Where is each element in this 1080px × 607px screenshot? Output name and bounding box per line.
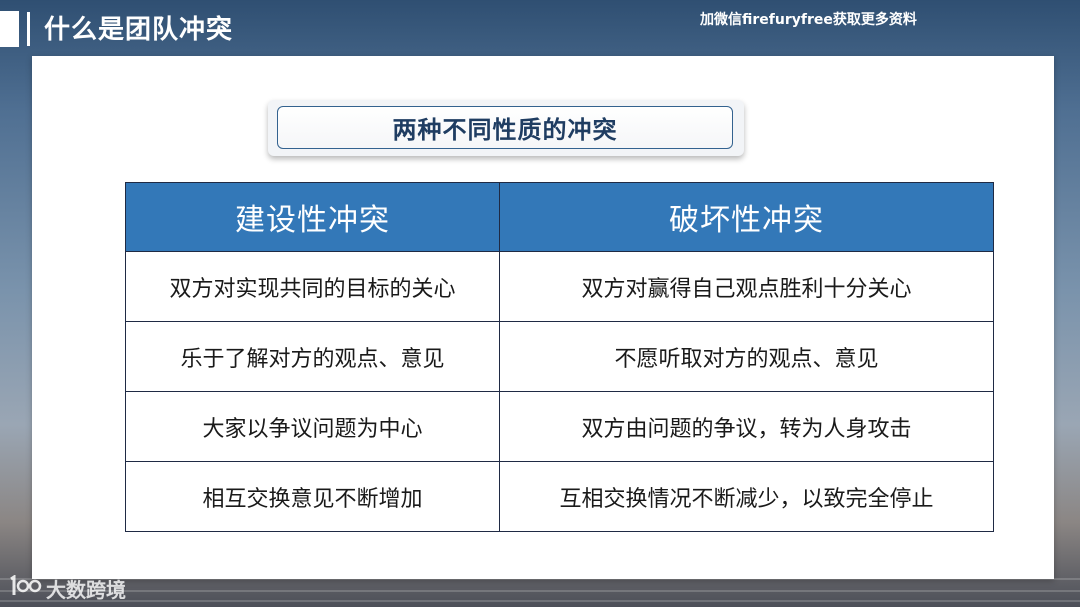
table-cell: 双方对赢得自己观点胜利十分关心 [499, 251, 994, 322]
subtitle-frame: 两种不同性质的冲突 [277, 106, 733, 149]
table-cell: 双方由问题的争议，转为人身攻击 [499, 391, 994, 462]
header-bar: 什么是团队冲突 加微信firefuryfree获取更多资料 [0, 0, 1080, 54]
header-accent-block [0, 11, 19, 47]
subtitle-box: 两种不同性质的冲突 [268, 100, 744, 156]
page-title: 什么是团队冲突 [44, 15, 234, 45]
table-cell: 相互交换意见不断增加 [125, 461, 500, 532]
watermark-text: 大数跨境 [46, 578, 126, 602]
100-logo-icon [8, 574, 42, 602]
table-header-row: 建设性冲突 破坏性冲突 [125, 182, 994, 252]
column-header-destructive: 破坏性冲突 [499, 182, 994, 252]
promo-text: 加微信firefuryfree获取更多资料 [700, 12, 917, 28]
table-cell: 双方对实现共同的目标的关心 [125, 251, 500, 322]
watermark: 大数跨境 [8, 574, 126, 603]
table-cell: 互相交换情况不断减少，以致完全停止 [499, 461, 994, 532]
header-divider [27, 12, 30, 46]
table-row: 相互交换意见不断增加 互相交换情况不断减少，以致完全停止 [125, 461, 994, 532]
table-row: 大家以争议问题为中心 双方由问题的争议，转为人身攻击 [125, 391, 994, 462]
table-cell: 大家以争议问题为中心 [125, 391, 500, 462]
column-header-constructive: 建设性冲突 [125, 182, 500, 252]
background-streak [0, 600, 1080, 602]
background-streak [0, 590, 1080, 592]
subtitle-text: 两种不同性质的冲突 [392, 116, 618, 144]
table-row: 双方对实现共同的目标的关心 双方对赢得自己观点胜利十分关心 [125, 251, 994, 322]
conflict-comparison-table: 建设性冲突 破坏性冲突 双方对实现共同的目标的关心 双方对赢得自己观点胜利十分关… [125, 182, 994, 532]
table-cell: 乐于了解对方的观点、意见 [125, 321, 500, 392]
table-row: 乐于了解对方的观点、意见 不愿听取对方的观点、意见 [125, 321, 994, 392]
table-cell: 不愿听取对方的观点、意见 [499, 321, 994, 392]
